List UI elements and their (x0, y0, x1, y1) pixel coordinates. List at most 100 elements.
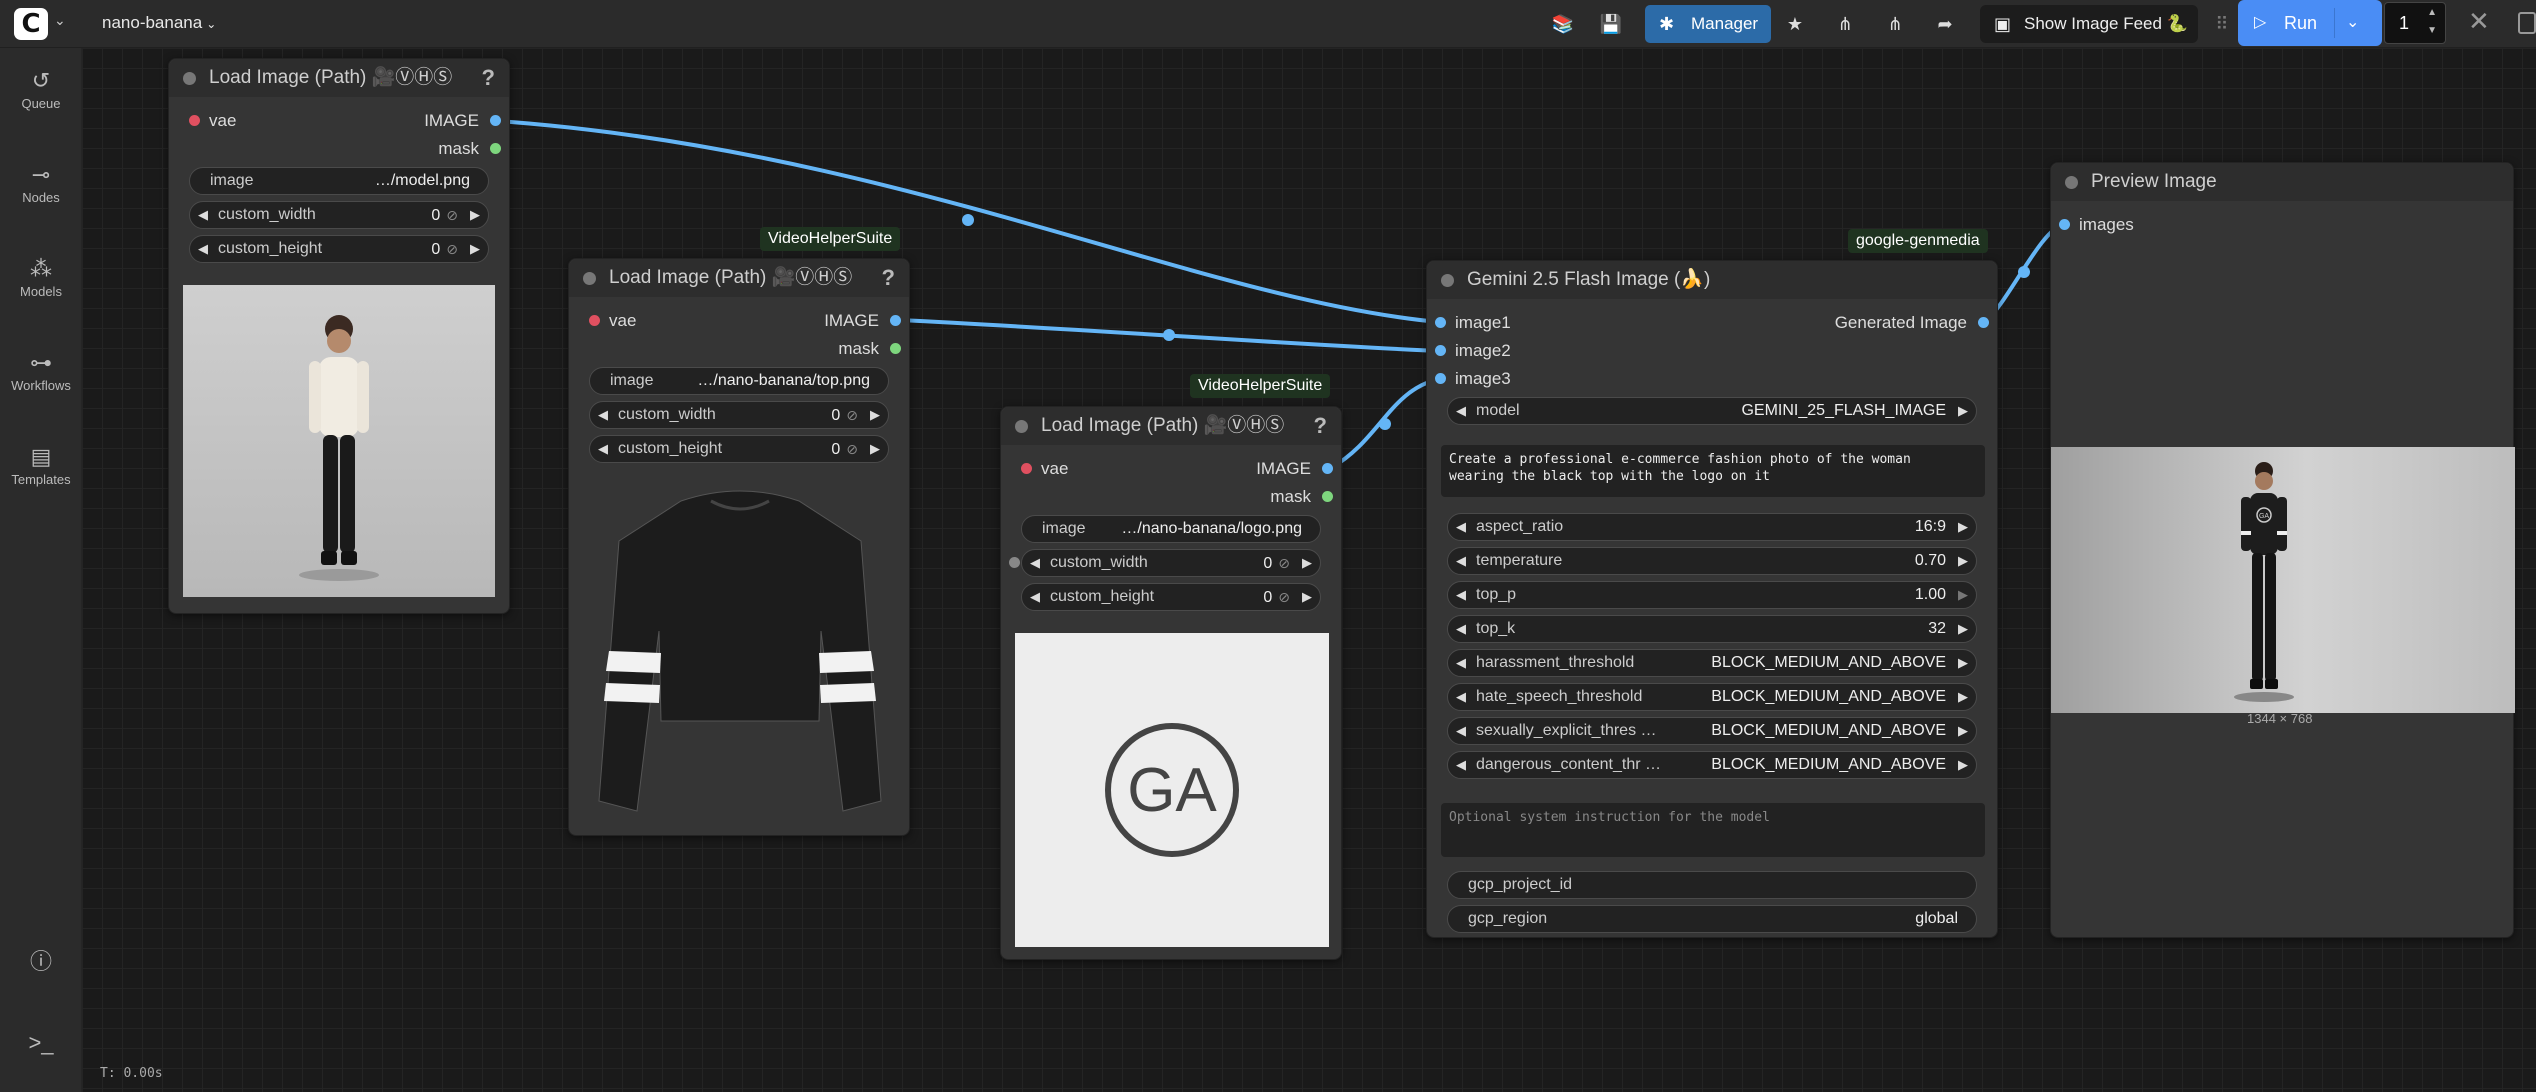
increment-icon[interactable]: ▶ (1958, 582, 1968, 608)
collapse-dot[interactable] (583, 272, 596, 285)
prompt-textarea[interactable]: Create a professional e-commerce fashion… (1441, 445, 1985, 497)
collapse-dot[interactable] (1441, 274, 1454, 287)
increment-icon[interactable]: ▶ (1958, 548, 1968, 574)
increment-icon[interactable]: ▶ (1958, 514, 1968, 540)
image-path-field[interactable]: image …/model.png (189, 167, 489, 195)
fork-icon[interactable]: ⋔ (1830, 8, 1860, 40)
increment-icon[interactable]: ▶ (1958, 398, 1968, 424)
param-harassment-threshold[interactable]: ◀ harassment_threshold BLOCK_MEDIUM_AND_AB… (1447, 649, 1977, 677)
help-button[interactable]: ⓘ (0, 944, 82, 974)
collapse-dot[interactable] (2065, 176, 2078, 189)
custom-height-stepper[interactable]: ◀ custom_height 0 ⊘ ▶ (589, 435, 889, 463)
sidebar-item-queue[interactable]: ↺ Queue (0, 68, 82, 111)
show-image-feed-button[interactable]: ▣ Show Image Feed 🐍 (1980, 5, 2198, 43)
decrement-icon[interactable]: ◀ (198, 202, 208, 228)
increment-icon[interactable]: ▶ (870, 436, 880, 462)
node-title[interactable]: Preview Image (2051, 163, 2513, 201)
increment-icon[interactable]: ▶ (1958, 752, 1968, 778)
socket-dot[interactable] (1021, 463, 1032, 474)
help-icon[interactable]: ? (882, 259, 895, 297)
help-icon[interactable]: ? (482, 59, 495, 97)
increment-icon[interactable]: ▶ (1958, 616, 1968, 642)
socket-dot[interactable] (1322, 491, 1333, 502)
decrement-icon[interactable]: ◀ (598, 402, 608, 428)
param-top-p[interactable]: ◀ top_p 1.00 ▶ (1447, 581, 1977, 609)
fork-alt-icon[interactable]: ⋔ (1880, 8, 1910, 40)
sidebar-item-templates[interactable]: ▤ Templates (0, 444, 82, 487)
node-title[interactable]: Load Image (Path) 🎥ⓋⒽⓈ? (169, 59, 509, 97)
increment-icon[interactable]: ▶ (1302, 584, 1312, 610)
socket-dot[interactable] (189, 115, 200, 126)
sidebar-item-workflows[interactable]: ⊶ Workflows (0, 350, 82, 393)
custom-height-stepper[interactable]: ◀ custom_height 0 ⊘ ▶ (189, 235, 489, 263)
system-instruction-textarea[interactable]: Optional system instruction for the mode… (1441, 803, 1985, 857)
custom-width-stepper[interactable]: ◀ custom_width 0 ⊘ ▶ (589, 401, 889, 429)
books-icon[interactable]: 📚 (1548, 8, 1578, 40)
socket-dot[interactable] (490, 115, 501, 126)
decrement-icon[interactable]: ◀ (198, 236, 208, 262)
param-sexually-explicit-threshold[interactable]: ◀ sexually_explicit_thres … BLOCK_MEDIUM_A… (1447, 717, 1977, 745)
increment-icon[interactable]: ▶ (1958, 718, 1968, 744)
share-icon[interactable]: ➦ (1930, 8, 1960, 40)
decrement-icon[interactable]: ◀ (1456, 616, 1466, 642)
socket-dot[interactable] (1978, 317, 1989, 328)
node-load-image-logo[interactable]: Load Image (Path) 🎥ⓋⒽⓈ? vae IMAGE mask i… (1000, 406, 1342, 960)
batch-count-input[interactable]: 1 ▲ ▼ (2384, 2, 2446, 44)
workflow-tab[interactable]: nano-banana ⌄ (102, 13, 216, 33)
decrement-icon[interactable]: ◀ (1456, 514, 1466, 540)
increment-icon[interactable]: ▶ (870, 402, 880, 428)
close-icon[interactable]: ✕ (2468, 6, 2490, 37)
decrement-icon[interactable]: ◀ (598, 436, 608, 462)
generated-image-preview[interactable]: GA (2051, 447, 2515, 713)
collapse-dot[interactable] (1015, 420, 1028, 433)
decrement-icon[interactable]: ◀ (1456, 650, 1466, 676)
decrement-icon[interactable]: ◀ (1456, 718, 1466, 744)
socket-dot[interactable] (890, 315, 901, 326)
socket-dot[interactable] (1435, 373, 1446, 384)
increment-icon[interactable]: ▶ (1302, 550, 1312, 576)
manager-button[interactable]: ✱ Manager (1645, 5, 1771, 43)
drag-handle-icon[interactable]: ⠿ (2212, 8, 2232, 40)
help-icon[interactable]: ? (1314, 407, 1327, 445)
socket-dot[interactable] (490, 143, 501, 154)
gcp-project-id-field[interactable]: gcp_project_id (1447, 871, 1977, 899)
param-top-k[interactable]: ◀ top_k 32 ▶ (1447, 615, 1977, 643)
param-temperature[interactable]: ◀ temperature 0.70 ▶ (1447, 547, 1977, 575)
increment-icon[interactable]: ▶ (470, 236, 480, 262)
comfy-logo[interactable]: C (14, 8, 48, 40)
node-load-image-model[interactable]: Load Image (Path) 🎥ⓋⒽⓈ? vae IMAGE mask i… (168, 58, 510, 614)
save-icon[interactable]: 💾 (1596, 8, 1626, 40)
decrement-icon[interactable]: ▼ (2427, 25, 2437, 36)
run-button[interactable]: ▷ Run ⌄ (2238, 0, 2382, 46)
decrement-icon[interactable]: ◀ (1456, 684, 1466, 710)
socket-dot[interactable] (1435, 317, 1446, 328)
gcp-region-field[interactable]: gcp_region global (1447, 905, 1977, 933)
collapse-dot[interactable] (183, 72, 196, 85)
decrement-icon[interactable]: ◀ (1030, 584, 1040, 610)
custom-width-stepper[interactable]: ◀ custom_width 0 ⊘ ▶ (1021, 549, 1321, 577)
increment-icon[interactable]: ▶ (470, 202, 480, 228)
terminal-button[interactable]: >_ (0, 1030, 82, 1058)
decrement-icon[interactable]: ◀ (1456, 752, 1466, 778)
panel-toggle-icon[interactable] (2518, 12, 2536, 34)
node-gemini-flash-image[interactable]: Gemini 2.5 Flash Image (🍌) image1 image2… (1426, 260, 1998, 938)
custom-width-stepper[interactable]: ◀ custom_width 0 ⊘ ▶ (189, 201, 489, 229)
image-path-field[interactable]: image …/nano-banana/logo.png (1021, 515, 1321, 543)
image-path-field[interactable]: image …/nano-banana/top.png (589, 367, 889, 395)
socket-dot[interactable] (1435, 345, 1446, 356)
model-select[interactable]: ◀ model GEMINI_25_FLASH_IMAGE ▶ (1447, 397, 1977, 425)
sidebar-item-nodes[interactable]: ⊸ Nodes (0, 162, 82, 205)
increment-icon[interactable]: ▶ (1958, 650, 1968, 676)
custom-height-stepper[interactable]: ◀ custom_height 0 ⊘ ▶ (1021, 583, 1321, 611)
socket-dot[interactable] (890, 343, 901, 354)
param-dangerous-content-threshold[interactable]: ◀ dangerous_content_thr … BLOCK_MEDIUM_AND… (1447, 751, 1977, 779)
chevron-down-icon[interactable]: ⌄ (2346, 0, 2359, 46)
node-title[interactable]: Gemini 2.5 Flash Image (🍌) (1427, 261, 1997, 299)
node-preview-image[interactable]: Preview Image images GA 1344 × 768 (2050, 162, 2515, 938)
node-title[interactable]: Load Image (Path) 🎥ⓋⒽⓈ? (569, 259, 909, 297)
node-load-image-top[interactable]: Load Image (Path) 🎥ⓋⒽⓈ? vae IMAGE mask i… (568, 258, 910, 836)
socket-dot[interactable] (589, 315, 600, 326)
param-aspect-ratio[interactable]: ◀ aspect_ratio 16:9 ▶ (1447, 513, 1977, 541)
star-icon[interactable]: ★ (1780, 8, 1810, 40)
node-title[interactable]: Load Image (Path) 🎥ⓋⒽⓈ? (1001, 407, 1341, 445)
